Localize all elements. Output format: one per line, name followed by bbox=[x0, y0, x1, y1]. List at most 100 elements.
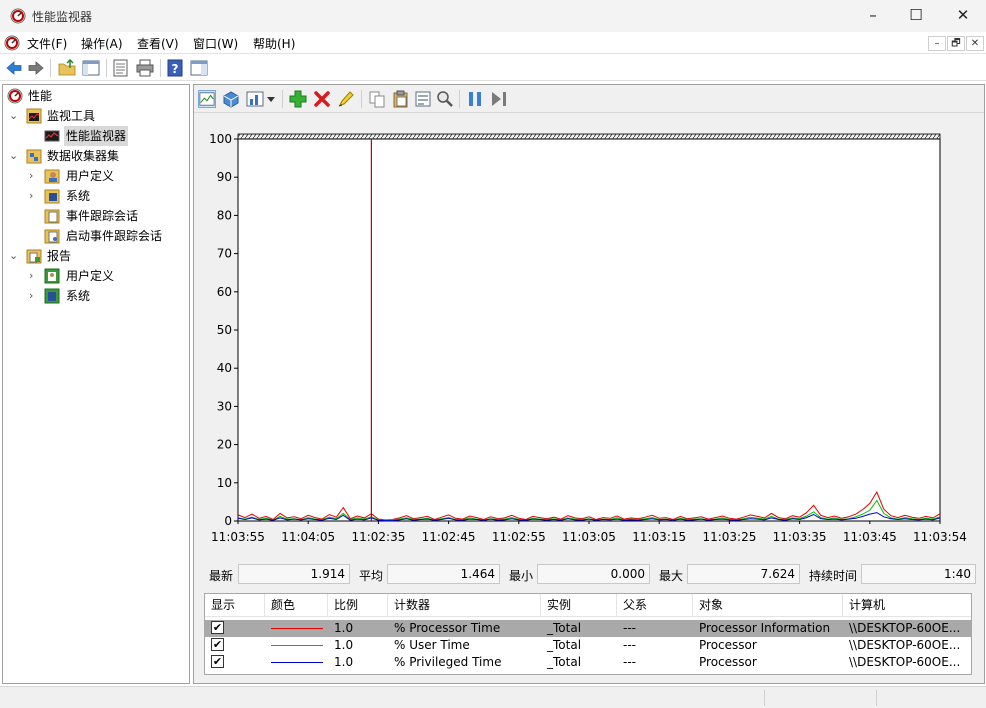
system-icon bbox=[44, 189, 60, 204]
export-list-icon[interactable] bbox=[112, 59, 130, 77]
show-checkbox[interactable]: ✔ bbox=[211, 655, 224, 668]
minimum-value: 0.000 bbox=[537, 564, 650, 584]
perf-icon bbox=[7, 88, 23, 104]
main-toolbar: ? bbox=[0, 55, 986, 81]
data-collector-icon bbox=[26, 149, 42, 164]
tree-item-user-defined[interactable]: › 用户定义 bbox=[3, 166, 189, 186]
show-hide-tree-icon[interactable] bbox=[82, 59, 100, 77]
change-graph-type-icon[interactable] bbox=[246, 90, 264, 108]
up-folder-icon[interactable] bbox=[58, 59, 76, 77]
column-header-show[interactable]: 显示 bbox=[205, 594, 265, 617]
perf-app-icon bbox=[10, 8, 26, 24]
tree-item-performance-monitor[interactable]: 性能监视器 bbox=[3, 126, 189, 146]
y-tick-label: 80 bbox=[217, 208, 232, 222]
close-button[interactable]: ✕ bbox=[940, 0, 986, 32]
tree-item-reports[interactable]: ⌄ 报告 bbox=[3, 246, 189, 266]
counter-cell: % User Time bbox=[394, 638, 470, 652]
column-header-computer[interactable]: 计算机 bbox=[843, 594, 971, 617]
maximize-button[interactable]: ☐ bbox=[893, 0, 939, 32]
instance-cell: _Total bbox=[547, 655, 582, 669]
column-header-object[interactable]: 对象 bbox=[693, 594, 843, 617]
show-action-pane-icon[interactable] bbox=[190, 59, 208, 77]
tree-item-event-trace-sessions[interactable]: 事件跟踪会话 bbox=[3, 206, 189, 226]
x-tick-label: 11:02:45 bbox=[422, 530, 476, 544]
instance-cell: _Total bbox=[547, 638, 582, 652]
toolbar-separator bbox=[282, 90, 283, 108]
tree-item-reports-user-defined[interactable]: › 用户定义 bbox=[3, 266, 189, 286]
print-icon[interactable] bbox=[136, 59, 154, 77]
x-tick-label: 11:02:55 bbox=[492, 530, 546, 544]
paste-counter-list-icon[interactable] bbox=[392, 90, 410, 108]
tree-item-label: 用户定义 bbox=[66, 269, 115, 283]
duration-value: 1:40 bbox=[861, 564, 976, 584]
copy-properties-icon[interactable] bbox=[368, 90, 386, 108]
mdi-close-button[interactable]: ✕ bbox=[966, 36, 984, 51]
update-data-icon[interactable] bbox=[490, 90, 508, 108]
mdi-minimize-button[interactable]: – bbox=[928, 36, 946, 51]
tree-item-label: 启动事件跟踪会话 bbox=[66, 229, 163, 243]
show-checkbox[interactable]: ✔ bbox=[211, 621, 224, 634]
menu-action[interactable]: 操作(A) bbox=[81, 35, 123, 52]
scale-cell: 1.0 bbox=[334, 655, 354, 669]
column-header-scale[interactable]: 比例 bbox=[328, 594, 388, 617]
system-menu-icon[interactable] bbox=[4, 35, 20, 51]
y-tick-label: 70 bbox=[217, 247, 232, 261]
column-header-instance[interactable]: 实例 bbox=[541, 594, 617, 617]
tree-item-monitoring-tools[interactable]: ⌄ 监视工具 bbox=[3, 106, 189, 126]
column-header-counter[interactable]: 计数器 bbox=[388, 594, 541, 617]
menu-window[interactable]: 窗口(W) bbox=[193, 35, 238, 52]
back-icon[interactable] bbox=[5, 59, 23, 77]
show-checkbox[interactable]: ✔ bbox=[211, 638, 224, 651]
color-swatch bbox=[271, 645, 323, 646]
computer-cell: \\DESKTOP-60OE... bbox=[849, 638, 961, 652]
x-tick-label: 11:03:25 bbox=[702, 530, 756, 544]
chevron-right-icon[interactable]: › bbox=[29, 166, 39, 186]
menu-view[interactable]: 查看(V) bbox=[137, 35, 179, 52]
freeze-display-icon[interactable] bbox=[466, 90, 484, 108]
menu-bar: 文件(F) 操作(A) 查看(V) 窗口(W) 帮助(H) – 🗗 ✕ bbox=[0, 32, 986, 54]
y-tick-label: 10 bbox=[217, 476, 232, 490]
parent-cell: --- bbox=[623, 655, 636, 669]
table-row[interactable]: ✔ 1.0 % Processor Time _Total --- Proces… bbox=[205, 620, 971, 637]
tree-item-label: 用户定义 bbox=[66, 169, 115, 183]
zoom-icon[interactable] bbox=[436, 90, 454, 108]
scale-cell: 1.0 bbox=[334, 621, 354, 635]
highlight-icon[interactable] bbox=[337, 90, 355, 108]
chevron-down-icon[interactable]: ⌄ bbox=[9, 106, 19, 126]
chevron-right-icon[interactable]: › bbox=[29, 186, 39, 206]
view-current-activity-icon[interactable] bbox=[222, 90, 240, 108]
forward-icon[interactable] bbox=[27, 59, 45, 77]
chevron-right-icon[interactable]: › bbox=[29, 266, 39, 286]
tree-item-performance[interactable]: 性能 bbox=[3, 86, 189, 106]
tree-item-label: 数据收集器集 bbox=[47, 149, 120, 163]
tree-item-label: 性能监视器 bbox=[64, 126, 129, 146]
chevron-down-icon[interactable]: ⌄ bbox=[9, 246, 19, 266]
minimize-button[interactable]: – bbox=[850, 0, 896, 32]
menu-file[interactable]: 文件(F) bbox=[27, 35, 67, 52]
table-row[interactable]: ✔ 1.0 % Privileged Time _Total --- Proce… bbox=[205, 654, 971, 671]
color-swatch bbox=[271, 628, 323, 629]
mdi-restore-button[interactable]: 🗗 bbox=[947, 36, 965, 51]
tree-item-startup-event-trace-sessions[interactable]: 启动事件跟踪会话 bbox=[3, 226, 189, 246]
delete-counter-icon[interactable] bbox=[313, 90, 331, 108]
tree-item-data-collector-sets[interactable]: ⌄ 数据收集器集 bbox=[3, 146, 189, 166]
average-value: 1.464 bbox=[387, 564, 500, 584]
computer-cell: \\DESKTOP-60OE... bbox=[849, 621, 961, 635]
properties-icon[interactable] bbox=[414, 90, 432, 108]
dropdown-arrow-icon[interactable] bbox=[266, 90, 276, 108]
help-icon[interactable]: ? bbox=[166, 59, 184, 77]
y-tick-label: 90 bbox=[217, 170, 232, 184]
object-cell: Processor bbox=[699, 655, 757, 669]
view-graph-icon[interactable] bbox=[198, 90, 216, 108]
tree-item-system[interactable]: › 系统 bbox=[3, 186, 189, 206]
add-counter-icon[interactable] bbox=[289, 90, 307, 108]
column-header-color[interactable]: 颜色 bbox=[265, 594, 328, 617]
performance-chart[interactable]: 0 10 20 30 40 50 60 70 80 90 100 11:03:55 11:04:05 11… bbox=[194, 113, 984, 561]
menu-help[interactable]: 帮助(H) bbox=[253, 35, 295, 52]
x-tick-label: 11:04:05 bbox=[281, 530, 335, 544]
table-row[interactable]: ✔ 1.0 % User Time _Total --- Processor \… bbox=[205, 637, 971, 654]
chevron-down-icon[interactable]: ⌄ bbox=[9, 146, 19, 166]
chevron-right-icon[interactable]: › bbox=[29, 286, 39, 306]
tree-item-reports-system[interactable]: › 系统 bbox=[3, 286, 189, 306]
column-header-parent[interactable]: 父系 bbox=[617, 594, 693, 617]
